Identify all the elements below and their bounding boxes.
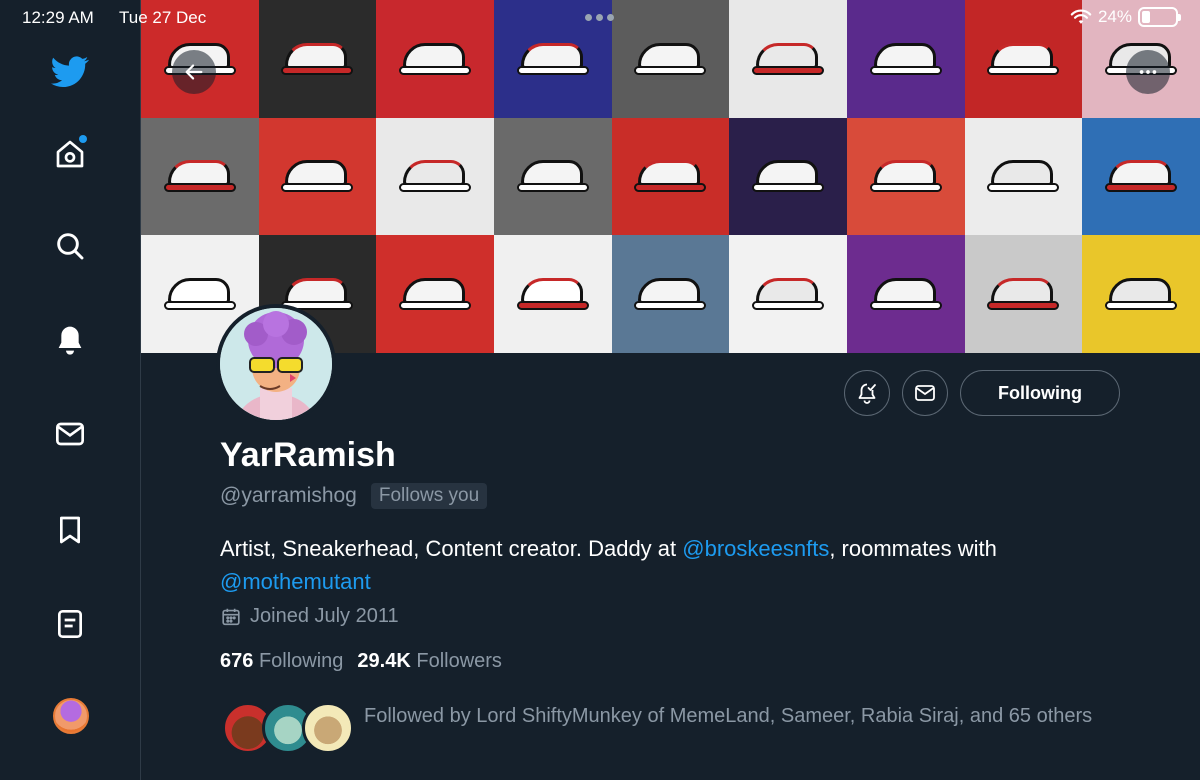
followers-count: 29.4K	[357, 650, 411, 672]
sidebar-item-lists[interactable]	[50, 604, 90, 644]
profile-handle: @yarramishog	[220, 484, 357, 507]
sneaker-icon	[397, 41, 473, 77]
sneaker-icon	[632, 41, 708, 77]
sneaker-icon	[1103, 276, 1179, 312]
sneaker-icon	[1103, 158, 1179, 194]
sneaker-icon	[162, 158, 238, 194]
bell-check-icon	[858, 383, 876, 404]
sneaker-icon	[985, 276, 1061, 312]
sneaker-icon	[515, 158, 591, 194]
mail-icon	[56, 422, 84, 446]
banner-tile	[964, 235, 1083, 353]
bell-icon	[58, 326, 82, 355]
sidebar-item-bookmarks[interactable]	[50, 510, 90, 550]
back-button[interactable]	[172, 50, 216, 94]
profile-banner	[141, 0, 1200, 353]
cartoon-avatar-icon	[220, 308, 332, 420]
more-icon	[1139, 70, 1157, 74]
followed-by[interactable]: Followed by Lord ShiftyMunkey of MemeLan…	[222, 700, 1124, 756]
battery-percent: 24%	[1097, 7, 1132, 26]
profile-bio: Artist, Sneakerhead, Content creator. Da…	[220, 532, 1140, 598]
mutual-avatar	[302, 702, 354, 754]
followers-label: Followers	[416, 650, 502, 672]
banner-tile	[611, 235, 730, 353]
following-stat[interactable]: 676 Following	[220, 650, 343, 673]
banner-tile	[258, 117, 377, 236]
banner-tile	[964, 117, 1083, 236]
following-count: 676	[220, 650, 254, 672]
following-button[interactable]: Following	[960, 370, 1120, 416]
wifi-icon	[1070, 9, 1092, 24]
handle-row: @yarramishog Follows you	[220, 483, 488, 509]
profile-stats: 676 Following 29.4K Followers	[220, 650, 502, 673]
sneaker-icon	[279, 158, 355, 194]
sneaker-icon	[397, 158, 473, 194]
calendar-icon	[222, 608, 240, 625]
more-button[interactable]	[1126, 50, 1170, 94]
sneaker-icon	[750, 41, 826, 77]
sneaker-icon	[279, 41, 355, 77]
sneaker-icon	[397, 276, 473, 312]
banner-tile	[141, 117, 259, 236]
sneaker-icon	[868, 158, 944, 194]
sneaker-icon	[750, 276, 826, 312]
bio-mention-mothemutant[interactable]: @mothemutant	[220, 569, 371, 594]
bio-text: Artist, Sneakerhead, Content creator. Da…	[220, 536, 683, 561]
following-label: Following	[258, 650, 344, 672]
sneaker-icon	[632, 276, 708, 312]
joined-text: Joined July 2011	[250, 605, 399, 627]
status-time: 12:29 AM	[22, 8, 94, 27]
status-bar: 12:29 AM Tue 27 Dec 24%	[0, 0, 1200, 34]
sidebar	[0, 0, 141, 780]
banner-tile	[729, 117, 847, 236]
twitter-logo-icon[interactable]	[50, 52, 90, 92]
sidebar-item-home[interactable]	[50, 134, 90, 174]
follows-you-badge: Follows you	[370, 483, 488, 509]
search-icon	[57, 233, 84, 260]
sneaker-icon	[632, 158, 708, 194]
banner-tile	[846, 117, 965, 236]
profile-actions: Following	[844, 370, 1120, 416]
notify-button[interactable]	[844, 370, 890, 416]
sneaker-icon	[162, 276, 238, 312]
profile-avatar[interactable]	[216, 304, 336, 424]
account-avatar[interactable]	[53, 698, 89, 734]
mail-icon	[915, 385, 935, 401]
sidebar-item-search[interactable]	[50, 226, 90, 266]
followed-by-text: Followed by Lord ShiftyMunkey of MemeLan…	[364, 705, 1093, 727]
sneaker-icon	[868, 41, 944, 77]
banner-tile	[846, 235, 965, 353]
bio-text-middle: , roommates with	[829, 536, 997, 561]
notification-dot	[79, 135, 87, 143]
joined-date: Joined July 2011	[220, 605, 399, 628]
multitasking-dots-icon[interactable]	[585, 14, 614, 21]
bio-mention-broskeesnfts[interactable]: @broskeesnfts	[682, 536, 829, 561]
banner-tile	[376, 235, 494, 353]
sneaker-icon	[985, 158, 1061, 194]
banner-tile	[493, 117, 612, 236]
sneaker-icon	[515, 276, 591, 312]
banner-tile	[729, 235, 847, 353]
sneaker-icon	[515, 41, 591, 77]
list-icon	[58, 610, 82, 638]
mutual-avatars	[222, 700, 362, 756]
banner-tile	[611, 117, 730, 236]
status-date: Tue 27 Dec	[119, 8, 207, 27]
sneaker-icon	[868, 276, 944, 312]
bookmark-icon	[60, 516, 80, 544]
status-right: 24%	[1070, 7, 1181, 27]
sidebar-item-messages[interactable]	[50, 414, 90, 454]
banner-tile	[493, 235, 612, 353]
sidebar-item-notifications[interactable]	[50, 320, 90, 360]
followers-stat[interactable]: 29.4K Followers	[357, 650, 502, 673]
battery-icon	[1138, 7, 1181, 27]
back-arrow-icon	[185, 64, 203, 80]
message-button[interactable]	[902, 370, 948, 416]
profile-name: YarRamish	[220, 436, 396, 474]
banner-tile	[1082, 117, 1200, 236]
banner-tile	[376, 117, 494, 236]
sneaker-icon	[750, 158, 826, 194]
banner-tile	[1082, 235, 1200, 353]
sneaker-icon	[985, 41, 1061, 77]
